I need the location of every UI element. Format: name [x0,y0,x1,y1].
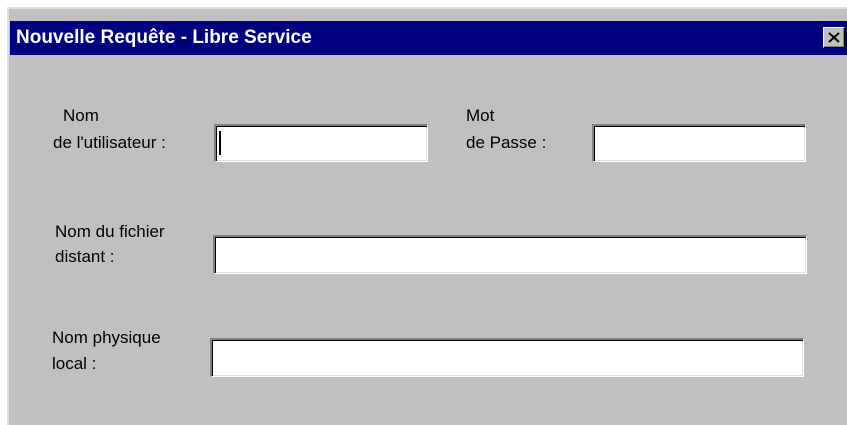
local-name-field[interactable] [210,338,804,377]
remote-file-label-line1: Nom du fichier [55,222,165,241]
password-label-line1: Mot [466,106,495,125]
remote-file-field[interactable] [213,235,807,274]
title-bar[interactable]: Nouvelle Requête - Libre Service [10,21,847,55]
local-name-label-line1: Nom physique [52,328,161,347]
close-button[interactable] [823,27,845,48]
remote-file-label-line2: distant : [55,247,115,266]
close-icon [828,32,840,43]
local-name-label-line2: local : [52,354,97,373]
password-field[interactable] [592,124,806,162]
password-label-line2: de Passe : [466,133,547,152]
username-label-line2: de l'utilisateur : [53,133,166,152]
username-field[interactable] [214,124,428,162]
window-title: Nouvelle Requête - Libre Service [16,27,312,48]
username-label-line1: Nom [63,106,99,125]
